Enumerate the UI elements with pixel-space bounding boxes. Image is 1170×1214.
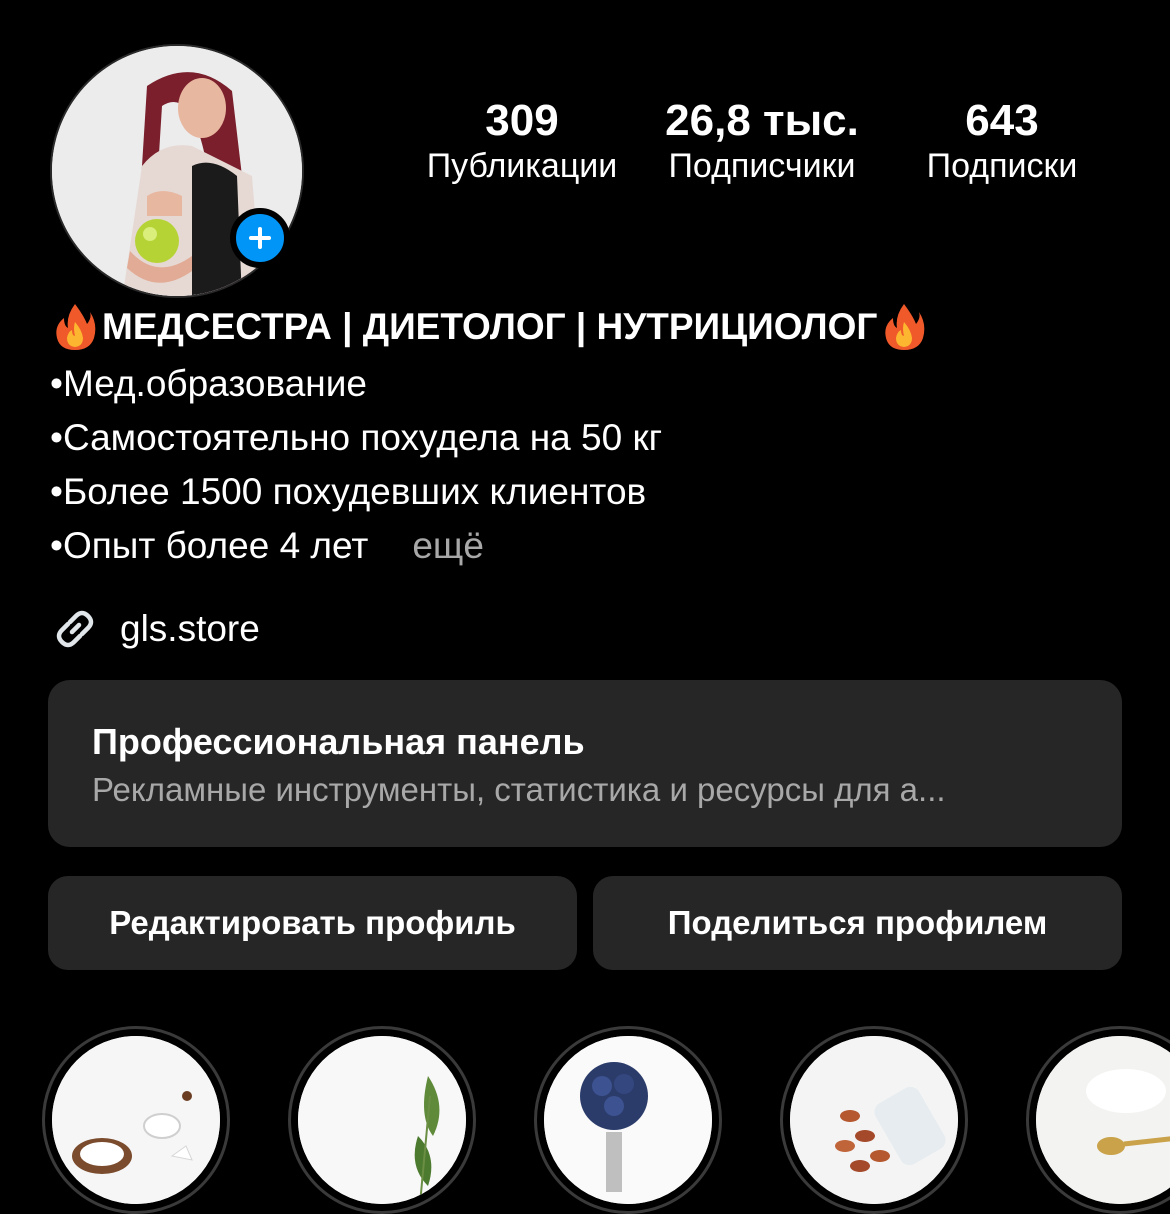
pro-panel-title: Профессиональная панель bbox=[92, 721, 585, 762]
more-link[interactable]: ещё bbox=[412, 525, 484, 566]
highlight-cover-spoon bbox=[1036, 1036, 1170, 1204]
stat-followers[interactable]: 26,8 тыс. Подписчики bbox=[650, 96, 874, 186]
website-link[interactable]: gls.store bbox=[50, 604, 260, 654]
bio-line-last: •Опыт более 4 лет ещё bbox=[50, 520, 484, 572]
bio-line: •Самостоятельно похудела на 50 кг bbox=[50, 417, 663, 458]
stat-posts-value: 309 bbox=[485, 96, 559, 145]
story-highlight[interactable] bbox=[42, 1026, 230, 1214]
add-story-button[interactable] bbox=[230, 208, 290, 268]
link-icon bbox=[56, 610, 94, 648]
story-highlight[interactable] bbox=[1026, 1026, 1170, 1214]
stat-following-label: Подписки bbox=[926, 147, 1078, 185]
fire-icon bbox=[885, 304, 925, 350]
story-highlight[interactable] bbox=[780, 1026, 968, 1214]
website-link-text[interactable]: gls.store bbox=[120, 608, 260, 650]
bio-line: •Опыт более 4 лет bbox=[50, 525, 369, 566]
story-highlight[interactable] bbox=[534, 1026, 722, 1214]
edit-profile-button[interactable]: Редактировать профиль bbox=[48, 876, 577, 970]
story-highlight[interactable] bbox=[288, 1026, 476, 1214]
highlight-cover-coconut bbox=[52, 1036, 220, 1204]
stat-posts[interactable]: 309 Публикации bbox=[410, 96, 634, 186]
share-profile-button[interactable]: Поделиться профилем bbox=[593, 876, 1122, 970]
profile-avatar-container[interactable] bbox=[50, 44, 304, 298]
stat-followers-value: 26,8 тыс. bbox=[665, 96, 859, 145]
fire-icon bbox=[56, 304, 96, 350]
professional-dashboard[interactable]: Профессиональная панель Рекламные инстру… bbox=[48, 680, 1122, 847]
stat-following[interactable]: 643 Подписки bbox=[890, 96, 1114, 186]
bio-title-row: МЕДСЕСТРА | ДИЕТОЛОГ | НУТРИЦИОЛОГ bbox=[54, 302, 925, 352]
highlight-cover-blueberries bbox=[544, 1036, 712, 1204]
bio-line: •Мед.образование bbox=[50, 363, 367, 404]
stat-posts-label: Публикации bbox=[426, 147, 618, 185]
plus-icon bbox=[249, 227, 271, 249]
pro-panel-subtitle: Рекламные инструменты, статистика и ресу… bbox=[92, 771, 946, 808]
stat-followers-label: Подписчики bbox=[668, 147, 856, 185]
highlight-cover-leaves bbox=[298, 1036, 466, 1204]
bio-line: •Более 1500 похудевших клиентов bbox=[50, 471, 647, 512]
highlight-cover-almonds bbox=[790, 1036, 958, 1204]
bio-title: МЕДСЕСТРА | ДИЕТОЛОГ | НУТРИЦИОЛОГ bbox=[102, 306, 878, 347]
stat-following-value: 643 bbox=[965, 96, 1039, 145]
